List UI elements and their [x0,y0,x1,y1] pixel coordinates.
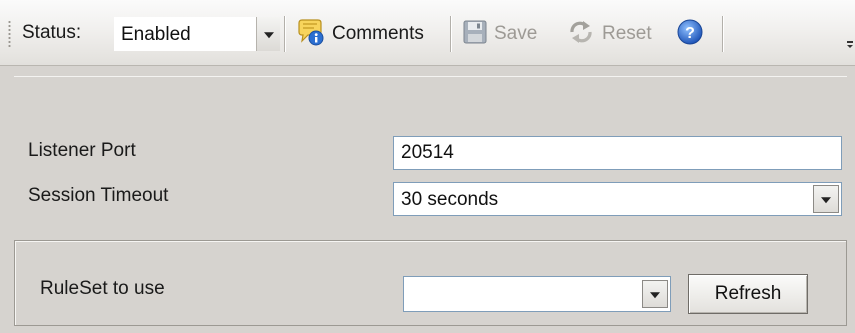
listener-port-label: Listener Port [28,140,136,161]
session-timeout-value: 30 seconds [401,189,499,210]
toolbar-separator [722,16,723,52]
toolbar-grip[interactable] [8,20,11,48]
ruleset-select[interactable] [403,276,671,312]
listener-port-input[interactable] [393,136,842,170]
reset-icon [566,18,596,51]
status-dropdown[interactable]: Enabled [114,17,280,51]
chevron-down-icon [263,32,274,39]
status-dropdown-button[interactable] [256,17,280,51]
ruleset-label: RuleSet to use [40,278,165,299]
toolbar: Status: Enabled Comments Save Reset ? [0,0,855,66]
session-timeout-select[interactable]: 30 seconds [393,182,842,216]
session-timeout-label: Session Timeout [28,185,169,206]
chevron-down-icon [847,41,853,48]
chevron-down-icon [650,292,660,299]
svg-text:?: ? [685,25,695,42]
toolbar-overflow-button[interactable] [845,36,855,52]
comments-icon [296,17,326,52]
save-label: Save [494,23,538,44]
refresh-button[interactable]: Refresh [688,274,808,314]
status-label: Status: [22,22,82,43]
settings-panel: Listener Port Session Timeout 30 seconds… [0,66,855,333]
divider [14,76,847,77]
reset-button[interactable]: Reset [566,15,652,53]
toolbar-separator [284,16,285,52]
save-icon [462,19,488,50]
status-value: Enabled [121,24,191,45]
comments-label: Comments [332,23,424,44]
chevron-down-icon [821,197,831,204]
comments-button[interactable]: Comments [296,15,424,53]
save-button[interactable]: Save [462,15,537,53]
session-timeout-dropdown-button[interactable] [813,185,839,213]
toolbar-separator [450,16,451,52]
help-button[interactable]: ? [676,15,704,53]
reset-label: Reset [602,23,652,44]
help-icon: ? [676,18,704,51]
ruleset-dropdown-button[interactable] [642,280,668,308]
